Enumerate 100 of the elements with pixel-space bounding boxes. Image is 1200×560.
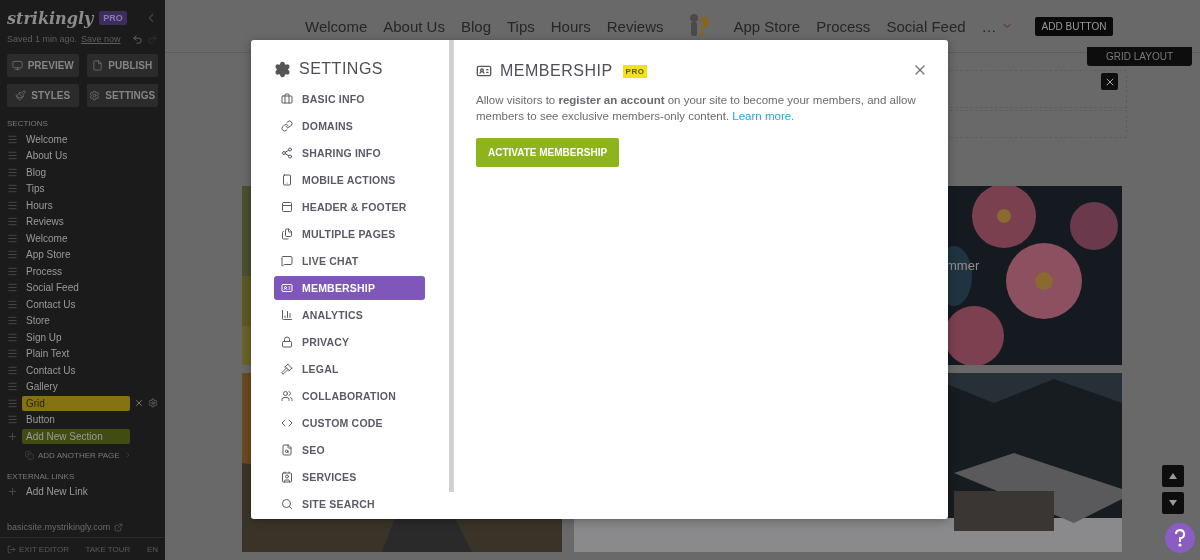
section-item[interactable]: Welcome xyxy=(22,230,130,246)
move-down-button[interactable] xyxy=(1162,492,1184,514)
settings-menu-item[interactable]: SEO xyxy=(274,438,425,462)
section-item[interactable]: Hours xyxy=(22,197,130,213)
section-item[interactable]: Tips xyxy=(22,181,130,197)
description: Allow visitors to register an account on your site to become your members, and allow members to see exclusive members-only content. Learn more. xyxy=(476,93,916,124)
publish-button[interactable]: PUBLISH xyxy=(86,54,158,77)
settings-menu-item[interactable]: LIVE CHAT xyxy=(274,249,425,273)
drag-handle-icon[interactable] xyxy=(7,199,18,211)
figure-logo-icon xyxy=(687,13,710,39)
settings-menu-item[interactable]: SHARING INFO xyxy=(274,141,425,165)
section-item[interactable]: About Us xyxy=(22,148,130,164)
drag-handle-icon[interactable] xyxy=(7,298,18,310)
settings-menu-item[interactable]: SITE SEARCH xyxy=(274,492,425,516)
pages-icon xyxy=(281,228,293,240)
pro-badge: PRO xyxy=(99,11,127,25)
briefcase-icon xyxy=(281,93,293,105)
search-icon xyxy=(281,498,293,510)
settings-menu-item[interactable]: SERVICES xyxy=(274,465,425,489)
people-icon xyxy=(281,390,293,402)
settings-button[interactable]: SETTINGS xyxy=(86,84,158,107)
move-up-button[interactable] xyxy=(1162,465,1184,487)
drag-handle-icon[interactable] xyxy=(7,381,18,393)
close-button[interactable] xyxy=(1101,73,1118,90)
section-item[interactable]: Button xyxy=(22,412,130,428)
grid-layout-button[interactable]: GRID LAYOUT xyxy=(1086,47,1192,66)
section-item[interactable]: Store xyxy=(22,313,130,329)
logo: strikingly xyxy=(7,8,94,28)
section-item[interactable]: Blog xyxy=(22,164,130,180)
drag-handle-icon[interactable] xyxy=(7,364,18,376)
drag-handle-icon[interactable] xyxy=(7,331,18,343)
drag-handle-icon[interactable] xyxy=(7,315,18,327)
section-item[interactable]: Process xyxy=(22,263,130,279)
share-icon xyxy=(281,147,293,159)
styles-button[interactable]: STYLES xyxy=(7,84,79,107)
section-item[interactable]: Sign Up xyxy=(22,329,130,345)
file-icon xyxy=(92,60,104,71)
settings-icon[interactable] xyxy=(148,398,158,409)
undo-icon[interactable] xyxy=(132,33,143,45)
section-item[interactable]: Gallery xyxy=(22,379,130,395)
settings-menu-item[interactable]: DOMAINS xyxy=(274,114,425,138)
contact-icon xyxy=(281,471,293,483)
code-icon xyxy=(281,417,293,429)
add-button[interactable]: ADD BUTTON xyxy=(1034,16,1114,36)
monitor-icon xyxy=(11,60,23,71)
drag-handle-icon[interactable] xyxy=(7,397,18,409)
external-links-heading: EXTERNAL LINKS xyxy=(6,470,76,483)
save-status: Saved 1 min ago. xyxy=(7,34,78,44)
dialog-title: SETTINGS xyxy=(299,60,383,78)
drag-handle-icon[interactable] xyxy=(7,265,18,277)
link-icon xyxy=(281,120,293,132)
site-url[interactable]: basicsite.mystrikingly.com xyxy=(7,522,111,532)
settings-menu-item[interactable]: ANALYTICS xyxy=(274,303,425,327)
bar-chart-icon xyxy=(281,309,293,321)
drag-handle-icon[interactable] xyxy=(7,150,18,162)
settings-menu-item[interactable]: MOBILE ACTIONS xyxy=(274,168,425,192)
settings-menu-item[interactable]: HEADER & FOOTER xyxy=(274,195,425,219)
settings-menu-item[interactable]: PRIVACY xyxy=(274,330,425,354)
preview-button[interactable]: PREVIEW xyxy=(7,54,79,77)
external-link-icon[interactable] xyxy=(114,522,124,532)
settings-menu-item[interactable]: BASIC INFO xyxy=(274,87,425,111)
settings-menu-item[interactable]: LEGAL xyxy=(274,357,425,381)
section-item[interactable]: Welcome xyxy=(22,131,130,147)
drag-handle-icon[interactable] xyxy=(7,183,18,195)
drag-handle-icon[interactable] xyxy=(7,414,18,426)
plus-icon xyxy=(7,486,18,498)
drag-handle-icon[interactable] xyxy=(7,216,18,228)
add-link-button[interactable]: Add New Link xyxy=(22,484,130,500)
lock-icon xyxy=(281,336,293,348)
section-item[interactable]: Grid xyxy=(22,395,130,411)
settings-menu-item[interactable]: COLLABORATION xyxy=(274,384,425,408)
sections-heading: SECTIONS xyxy=(6,118,49,130)
settings-menu-item[interactable]: CUSTOM CODE xyxy=(274,411,425,435)
drag-handle-icon[interactable] xyxy=(7,249,18,261)
chat-icon xyxy=(281,255,293,267)
triangle-down-icon xyxy=(1169,500,1177,506)
membership-icon xyxy=(476,63,492,79)
drag-handle-icon[interactable] xyxy=(7,133,18,145)
drag-handle-icon[interactable] xyxy=(7,282,18,294)
phone-icon xyxy=(281,174,293,186)
panel-title: MEMBERSHIP xyxy=(500,62,613,80)
section-item[interactable]: Contact Us xyxy=(22,362,130,378)
add-section-button[interactable]: Add New Section xyxy=(22,428,130,444)
add-page-link[interactable]: ADD ANOTHER PAGE xyxy=(38,450,120,460)
section-item[interactable]: App Store xyxy=(22,247,130,263)
section-item[interactable]: Reviews xyxy=(22,214,130,230)
plus-icon xyxy=(7,430,18,442)
close-icon[interactable] xyxy=(134,398,144,409)
section-item[interactable]: Plain Text xyxy=(22,346,130,362)
gear-icon xyxy=(89,90,101,101)
section-item[interactable]: Social Feed xyxy=(22,280,130,296)
file-search-icon xyxy=(281,444,293,456)
settings-menu-item[interactable]: MEMBERSHIP xyxy=(274,276,425,300)
drag-handle-icon[interactable] xyxy=(7,232,18,244)
pro-badge: PRO xyxy=(622,64,648,78)
pages-icon xyxy=(25,450,34,460)
settings-menu-item[interactable]: MULTIPLE PAGES xyxy=(274,222,425,246)
drag-handle-icon[interactable] xyxy=(7,348,18,360)
section-item[interactable]: Contact Us xyxy=(22,296,130,312)
drag-handle-icon[interactable] xyxy=(7,166,18,178)
